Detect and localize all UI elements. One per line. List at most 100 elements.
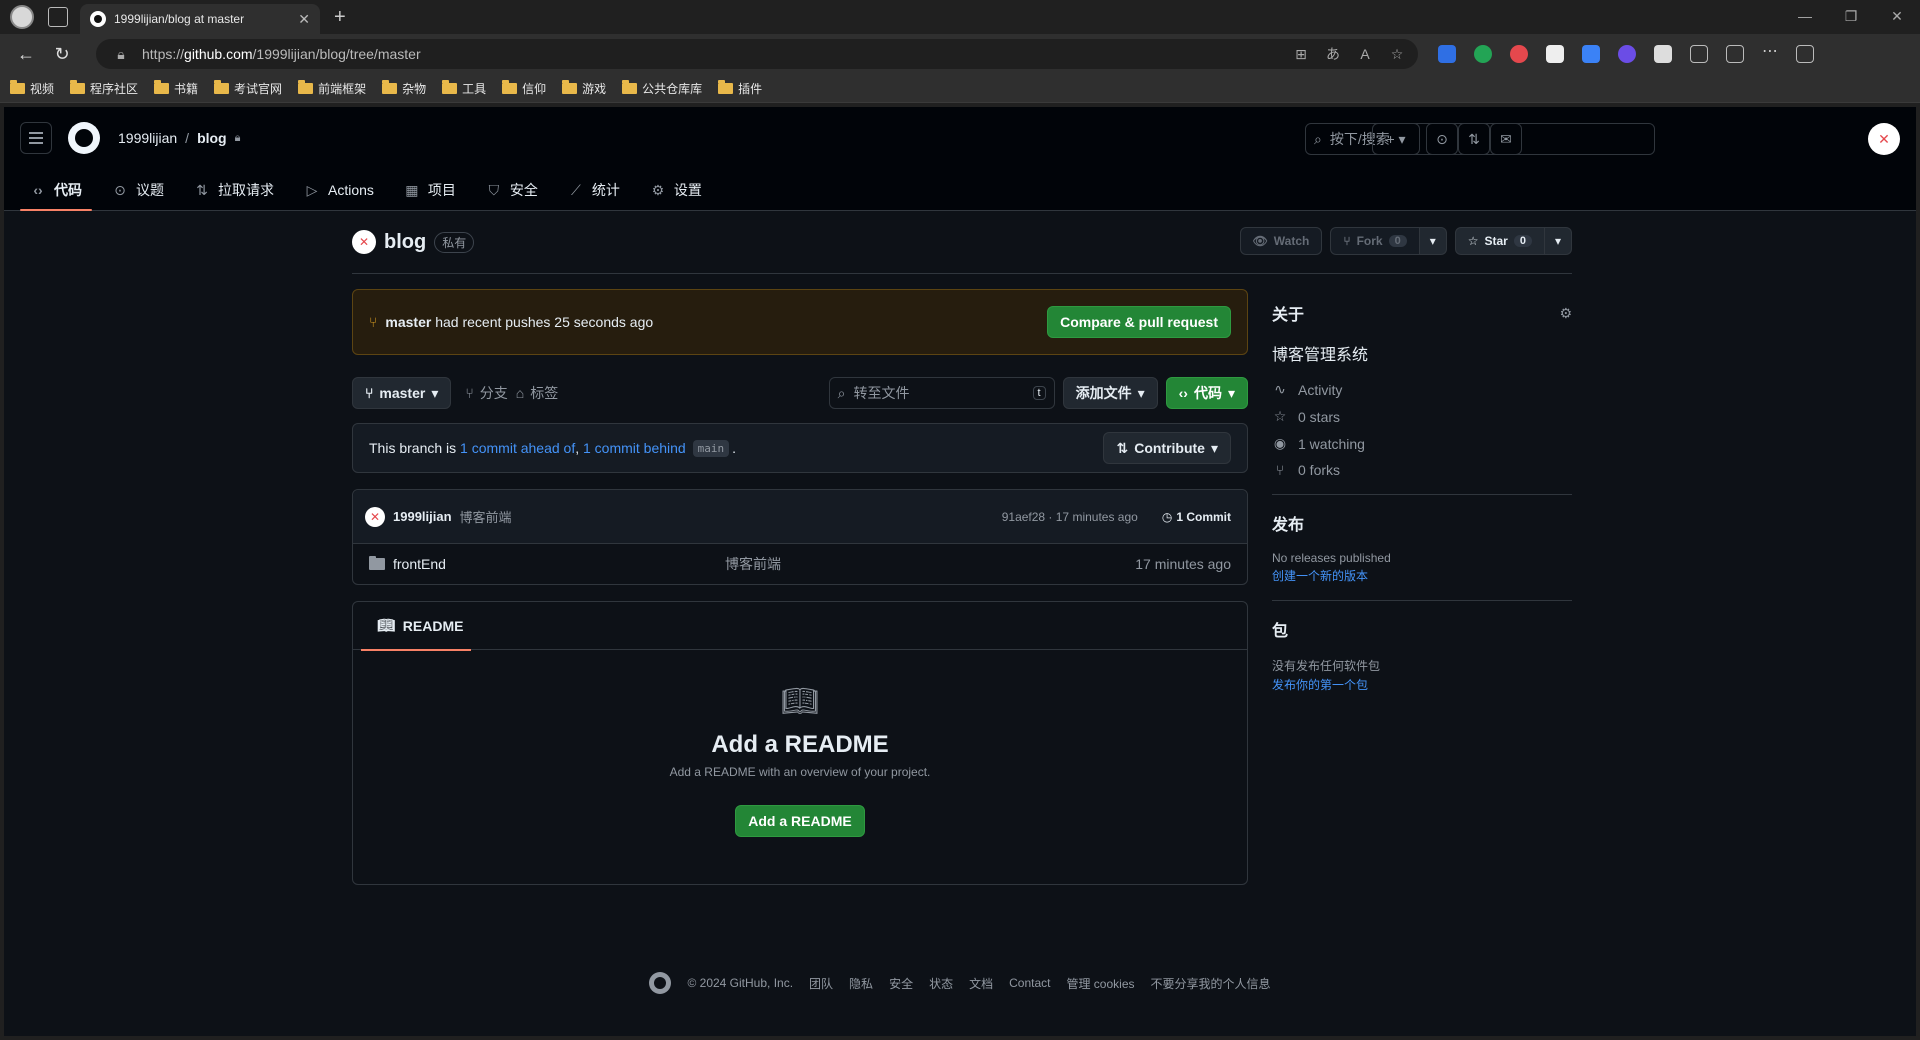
sidebar-toggle-icon[interactable]: [1796, 45, 1814, 63]
compare-pull-request-button[interactable]: Compare & pull request: [1047, 306, 1231, 338]
footer-link[interactable]: 状态: [929, 975, 953, 992]
repo-name[interactable]: blog: [384, 231, 426, 254]
tab-pull-requests[interactable]: ⇅ 拉取请求: [184, 169, 284, 211]
bookmark-folder[interactable]: 公共仓库库: [622, 79, 702, 97]
bookmark-folder[interactable]: 考试官网: [214, 79, 282, 97]
tab-settings[interactable]: ⚙ 设置: [640, 169, 712, 211]
back-icon[interactable]: ←: [10, 38, 42, 70]
window-close-icon[interactable]: ✕: [1874, 0, 1920, 34]
commit-meta[interactable]: 91aef28 · 17 minutes ago: [1002, 510, 1138, 524]
app-available-icon[interactable]: ⊞: [1290, 46, 1312, 63]
inbox-icon[interactable]: ✉: [1490, 123, 1522, 155]
tags-link[interactable]: ⌂ 标签: [516, 383, 558, 403]
bookmark-folder[interactable]: 信仰: [502, 79, 546, 97]
extension-icon[interactable]: [1654, 45, 1672, 63]
favorite-star-icon[interactable]: ☆: [1386, 46, 1408, 63]
issues-icon[interactable]: ⊙: [1426, 123, 1458, 155]
pull-requests-icon[interactable]: ⇅: [1458, 123, 1490, 155]
minimize-icon[interactable]: —: [1782, 0, 1828, 34]
tab-projects[interactable]: ▦ 项目: [394, 169, 466, 211]
bookmark-folder[interactable]: 杂物: [382, 79, 426, 97]
branch-select-button[interactable]: ⑂ master ▾: [352, 377, 452, 409]
new-tab-icon[interactable]: +: [334, 6, 346, 29]
tab-insights[interactable]: ⟋ 统计: [558, 169, 630, 211]
tab-code[interactable]: ‹› 代码: [20, 169, 92, 211]
stars-link[interactable]: ☆ 0 stars: [1272, 408, 1572, 425]
footer-link[interactable]: 隐私: [849, 975, 873, 992]
bookmark-folder[interactable]: 程序社区: [70, 79, 138, 97]
bookmark-folder[interactable]: 插件: [718, 79, 762, 97]
url-field[interactable]: 🔒︎ https://github.com/1999lijian/blog/tr…: [96, 39, 1418, 69]
footer-link[interactable]: 安全: [889, 975, 913, 992]
contribute-button[interactable]: ⇅ Contribute ▾: [1103, 432, 1231, 464]
user-avatar[interactable]: ✕: [1868, 123, 1900, 155]
extension-icon[interactable]: [1546, 45, 1564, 63]
footer-link[interactable]: 团队: [809, 975, 833, 992]
commits-behind-link[interactable]: 1 commit behind: [583, 440, 686, 456]
code-button[interactable]: ‹› 代码 ▾: [1165, 377, 1248, 409]
add-file-button[interactable]: 添加文件 ▾: [1062, 377, 1158, 409]
tab-issues[interactable]: ⊙ 议题: [102, 169, 174, 211]
create-release-link[interactable]: 创建一个新的版本: [1272, 567, 1572, 584]
file-name[interactable]: frontEnd: [393, 556, 725, 572]
footer-link[interactable]: Contact: [1009, 976, 1050, 990]
activity-link[interactable]: ∿ Activity: [1272, 381, 1572, 398]
author-avatar[interactable]: ✕: [365, 506, 385, 527]
star-dropdown-button[interactable]: ▾: [1544, 227, 1572, 255]
branches-link[interactable]: ⑂ 分支: [465, 383, 507, 403]
fork-button[interactable]: ⑂ Fork 0: [1330, 227, 1420, 255]
bookmark-folder[interactable]: 书籍: [154, 79, 198, 97]
fork-dropdown-button[interactable]: ▾: [1419, 227, 1447, 255]
bookmark-folder[interactable]: 前端框架: [298, 79, 366, 97]
restore-icon[interactable]: ❐: [1828, 0, 1874, 34]
tab-security[interactable]: ⛉ 安全: [476, 169, 548, 211]
add-readme-button[interactable]: Add a README: [735, 805, 865, 837]
owner-link[interactable]: 1999lijian: [118, 130, 177, 146]
extension-icon[interactable]: [1438, 45, 1456, 63]
browser-tab[interactable]: 1999lijian/blog at master ✕: [80, 4, 320, 34]
packages-heading[interactable]: 包: [1272, 617, 1572, 641]
create-new-button[interactable]: + ▾: [1372, 123, 1420, 155]
gear-icon[interactable]: ⚙: [1559, 305, 1572, 322]
tab-actions[interactable]: ▷ Actions: [294, 169, 384, 211]
footer-link[interactable]: 管理 cookies: [1066, 975, 1134, 992]
bookmark-folder[interactable]: 游戏: [562, 79, 606, 97]
tab-readme[interactable]: 📖︎ README: [360, 602, 472, 651]
extension-icon[interactable]: [1618, 45, 1636, 63]
github-logo-icon[interactable]: [649, 972, 672, 994]
file-commit-message[interactable]: 博客前端: [725, 554, 1135, 574]
watch-button[interactable]: 👁︎ Watch: [1239, 227, 1323, 255]
read-aloud-icon[interactable]: A: [1354, 46, 1376, 62]
watchers-link[interactable]: ◉ 1 watching: [1272, 435, 1572, 452]
footer-link[interactable]: 文档: [969, 975, 993, 992]
extension-icon[interactable]: [1582, 45, 1600, 63]
menu-icon[interactable]: [20, 122, 52, 154]
commit-author[interactable]: 1999lijian: [393, 509, 452, 524]
lock-icon[interactable]: 🔒︎: [110, 46, 132, 63]
footer-link[interactable]: 不要分享我的个人信息: [1151, 975, 1271, 992]
tab-close-icon[interactable]: ✕: [298, 11, 310, 28]
code-icon: ‹›: [1178, 385, 1188, 401]
publish-package-link[interactable]: 发布你的第一个包: [1272, 676, 1572, 693]
commit-history-link[interactable]: ◷ 1 Commit: [1162, 510, 1231, 524]
github-logo-icon[interactable]: [68, 122, 100, 154]
extensions-puzzle-icon[interactable]: [1690, 45, 1708, 63]
extension-icon[interactable]: [1510, 45, 1528, 63]
forks-link[interactable]: ⑂ 0 forks: [1272, 462, 1572, 478]
tab-actions-icon[interactable]: [48, 7, 68, 27]
star-button[interactable]: ☆ Star 0: [1454, 227, 1545, 255]
translate-icon[interactable]: あ: [1322, 44, 1344, 64]
table-row[interactable]: frontEnd 博客前端 17 minutes ago: [353, 544, 1247, 584]
go-to-file-input[interactable]: ⌕ 转至文件 t: [828, 377, 1055, 409]
commits-ahead-link[interactable]: 1 commit ahead of: [460, 440, 575, 456]
releases-heading[interactable]: 发布: [1272, 511, 1572, 535]
refresh-icon[interactable]: ↻: [46, 38, 78, 70]
browser-profile-icon[interactable]: [10, 5, 34, 29]
bookmark-folder[interactable]: 工具: [442, 79, 486, 97]
extension-icon[interactable]: [1474, 45, 1492, 63]
repo-link[interactable]: blog: [197, 130, 227, 146]
more-menu-icon[interactable]: ⋯: [1762, 44, 1778, 63]
commit-message[interactable]: 博客前端: [460, 507, 512, 526]
bookmark-folder[interactable]: 视频: [10, 79, 54, 97]
split-screen-icon[interactable]: [1726, 45, 1744, 63]
